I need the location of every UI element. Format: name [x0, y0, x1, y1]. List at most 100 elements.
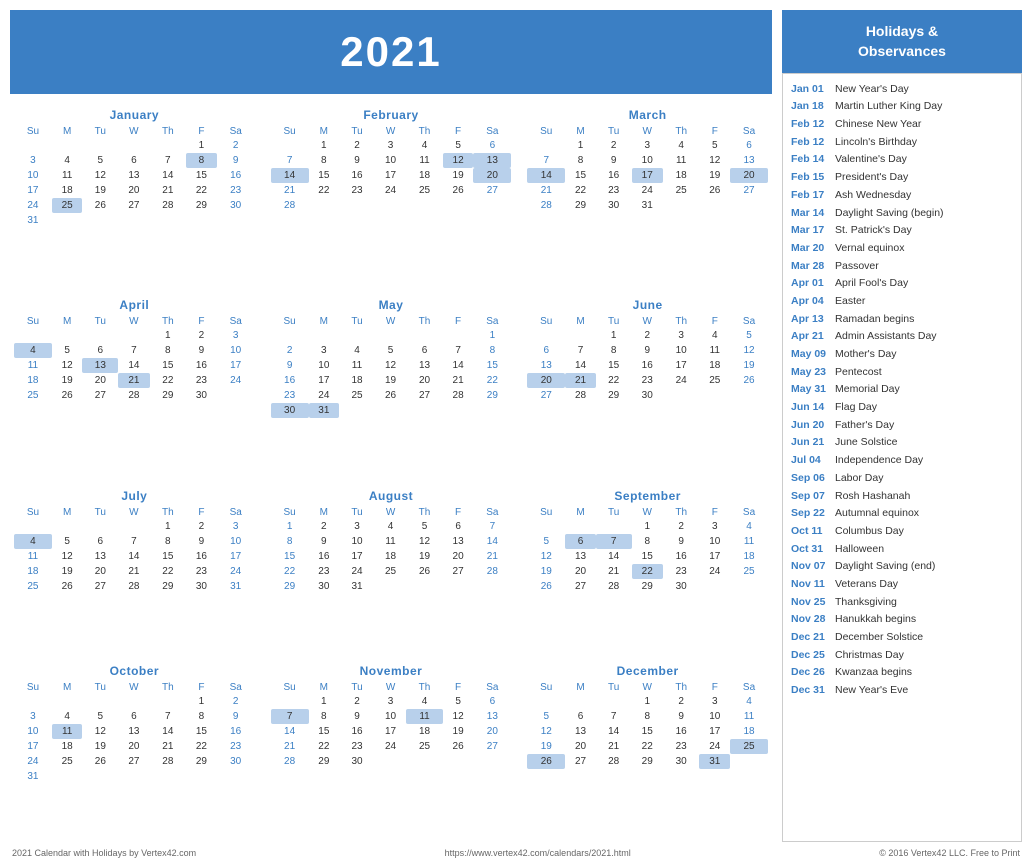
- day-header-w: W: [375, 125, 406, 138]
- day-cell: 12: [52, 358, 83, 373]
- day-cell: 15: [186, 724, 217, 739]
- day-cell: [596, 519, 632, 534]
- day-cell: 14: [118, 549, 149, 564]
- day-header-sa: Sa: [217, 315, 255, 328]
- holiday-name: President's Day: [835, 170, 908, 185]
- holiday-name: Columbus Day: [835, 524, 904, 539]
- day-cell: 27: [565, 579, 596, 594]
- day-cell: 6: [565, 709, 596, 724]
- day-cell: 4: [52, 153, 83, 168]
- holiday-name: Autumnal equinox: [835, 506, 919, 521]
- day-cell: [375, 579, 406, 594]
- day-cell: [52, 519, 83, 534]
- day-cell: 5: [699, 138, 730, 153]
- day-cell: 27: [473, 739, 511, 754]
- day-cell: 18: [14, 564, 52, 579]
- day-cell: 10: [14, 724, 52, 739]
- month-table: SuMTuWThFSa12345678910111213141516171819…: [527, 681, 768, 769]
- holiday-date: Sep 07: [791, 489, 829, 504]
- day-cell: 10: [309, 358, 340, 373]
- day-header-sa: Sa: [217, 681, 255, 694]
- day-cell: 16: [663, 549, 700, 564]
- day-cell: 6: [443, 519, 474, 534]
- day-cell: 7: [150, 153, 187, 168]
- day-cell: 29: [271, 579, 309, 594]
- day-cell: [271, 328, 309, 343]
- month-table: SuMTuWThFSa12345678910111213141516171819…: [527, 125, 768, 213]
- day-cell: 28: [150, 754, 187, 769]
- day-cell: 31: [339, 579, 375, 594]
- day-cell: 8: [632, 709, 663, 724]
- day-header-sa: Sa: [730, 315, 768, 328]
- day-cell: 1: [565, 138, 596, 153]
- day-cell: 29: [309, 754, 340, 769]
- day-cell: 10: [699, 709, 730, 724]
- day-cell: 27: [82, 579, 118, 594]
- holiday-item: Jan 18Martin Luther King Day: [791, 98, 1013, 116]
- day-cell: 10: [217, 534, 255, 549]
- footer-right: © 2016 Vertex42 LLC. Free to Print: [879, 848, 1020, 858]
- day-cell: 17: [632, 168, 663, 183]
- holiday-name: December Solstice: [835, 630, 923, 645]
- day-cell: 19: [527, 739, 565, 754]
- day-cell: 14: [271, 724, 309, 739]
- day-cell: [118, 519, 149, 534]
- day-cell: 11: [730, 709, 768, 724]
- holiday-date: Oct 11: [791, 524, 829, 539]
- day-cell: [150, 694, 187, 709]
- holiday-name: Chinese New Year: [835, 117, 921, 132]
- day-cell: 7: [596, 709, 632, 724]
- day-cell: [118, 694, 149, 709]
- day-cell: [443, 198, 474, 213]
- holiday-date: Apr 04: [791, 294, 829, 309]
- day-cell: [52, 213, 83, 228]
- day-cell: 28: [443, 388, 474, 403]
- day-cell: 25: [730, 564, 768, 579]
- day-cell: 13: [565, 549, 596, 564]
- day-header-m: M: [309, 681, 340, 694]
- day-cell: 25: [406, 183, 443, 198]
- day-header-su: Su: [527, 506, 565, 519]
- day-cell: 20: [565, 739, 596, 754]
- day-cell: 30: [309, 579, 340, 594]
- day-cell: [82, 328, 118, 343]
- day-header-tu: Tu: [82, 315, 118, 328]
- holiday-date: Mar 14: [791, 206, 829, 221]
- month-march: MarchSuMTuWThFSa123456789101112131415161…: [523, 104, 772, 286]
- day-cell: 4: [14, 343, 52, 358]
- day-cell: 1: [271, 519, 309, 534]
- day-header-sa: Sa: [217, 506, 255, 519]
- day-cell: 20: [118, 183, 149, 198]
- day-header-tu: Tu: [82, 506, 118, 519]
- day-cell: 15: [473, 358, 511, 373]
- day-cell: [730, 579, 768, 594]
- day-cell: 20: [82, 373, 118, 388]
- day-header-w: W: [632, 506, 663, 519]
- holiday-name: Labor Day: [835, 471, 883, 486]
- day-cell: 23: [271, 388, 309, 403]
- holiday-name: Flag Day: [835, 400, 877, 415]
- month-october: OctoberSuMTuWThFSa1234567891011121314151…: [10, 660, 259, 842]
- holiday-item: Mar 14Daylight Saving (begin): [791, 204, 1013, 222]
- month-table: SuMTuWThFSa12345678910111213141516171819…: [271, 681, 512, 769]
- day-cell: 26: [82, 198, 118, 213]
- day-cell: 10: [632, 153, 663, 168]
- day-header-f: F: [699, 315, 730, 328]
- holiday-item: Jan 01New Year's Day: [791, 80, 1013, 98]
- day-cell: 14: [118, 358, 149, 373]
- day-cell: 2: [339, 694, 375, 709]
- holiday-name: Passover: [835, 259, 879, 274]
- day-cell: 26: [443, 183, 474, 198]
- day-header-w: W: [375, 506, 406, 519]
- day-cell: 11: [699, 343, 730, 358]
- day-header-su: Su: [527, 681, 565, 694]
- day-cell: [118, 769, 149, 784]
- day-cell: 21: [596, 739, 632, 754]
- day-cell: 13: [443, 534, 474, 549]
- day-cell: [473, 754, 511, 769]
- day-cell: 2: [217, 138, 255, 153]
- day-cell: 27: [406, 388, 443, 403]
- day-cell: 8: [271, 534, 309, 549]
- day-cell: 10: [375, 709, 406, 724]
- day-cell: 21: [443, 373, 474, 388]
